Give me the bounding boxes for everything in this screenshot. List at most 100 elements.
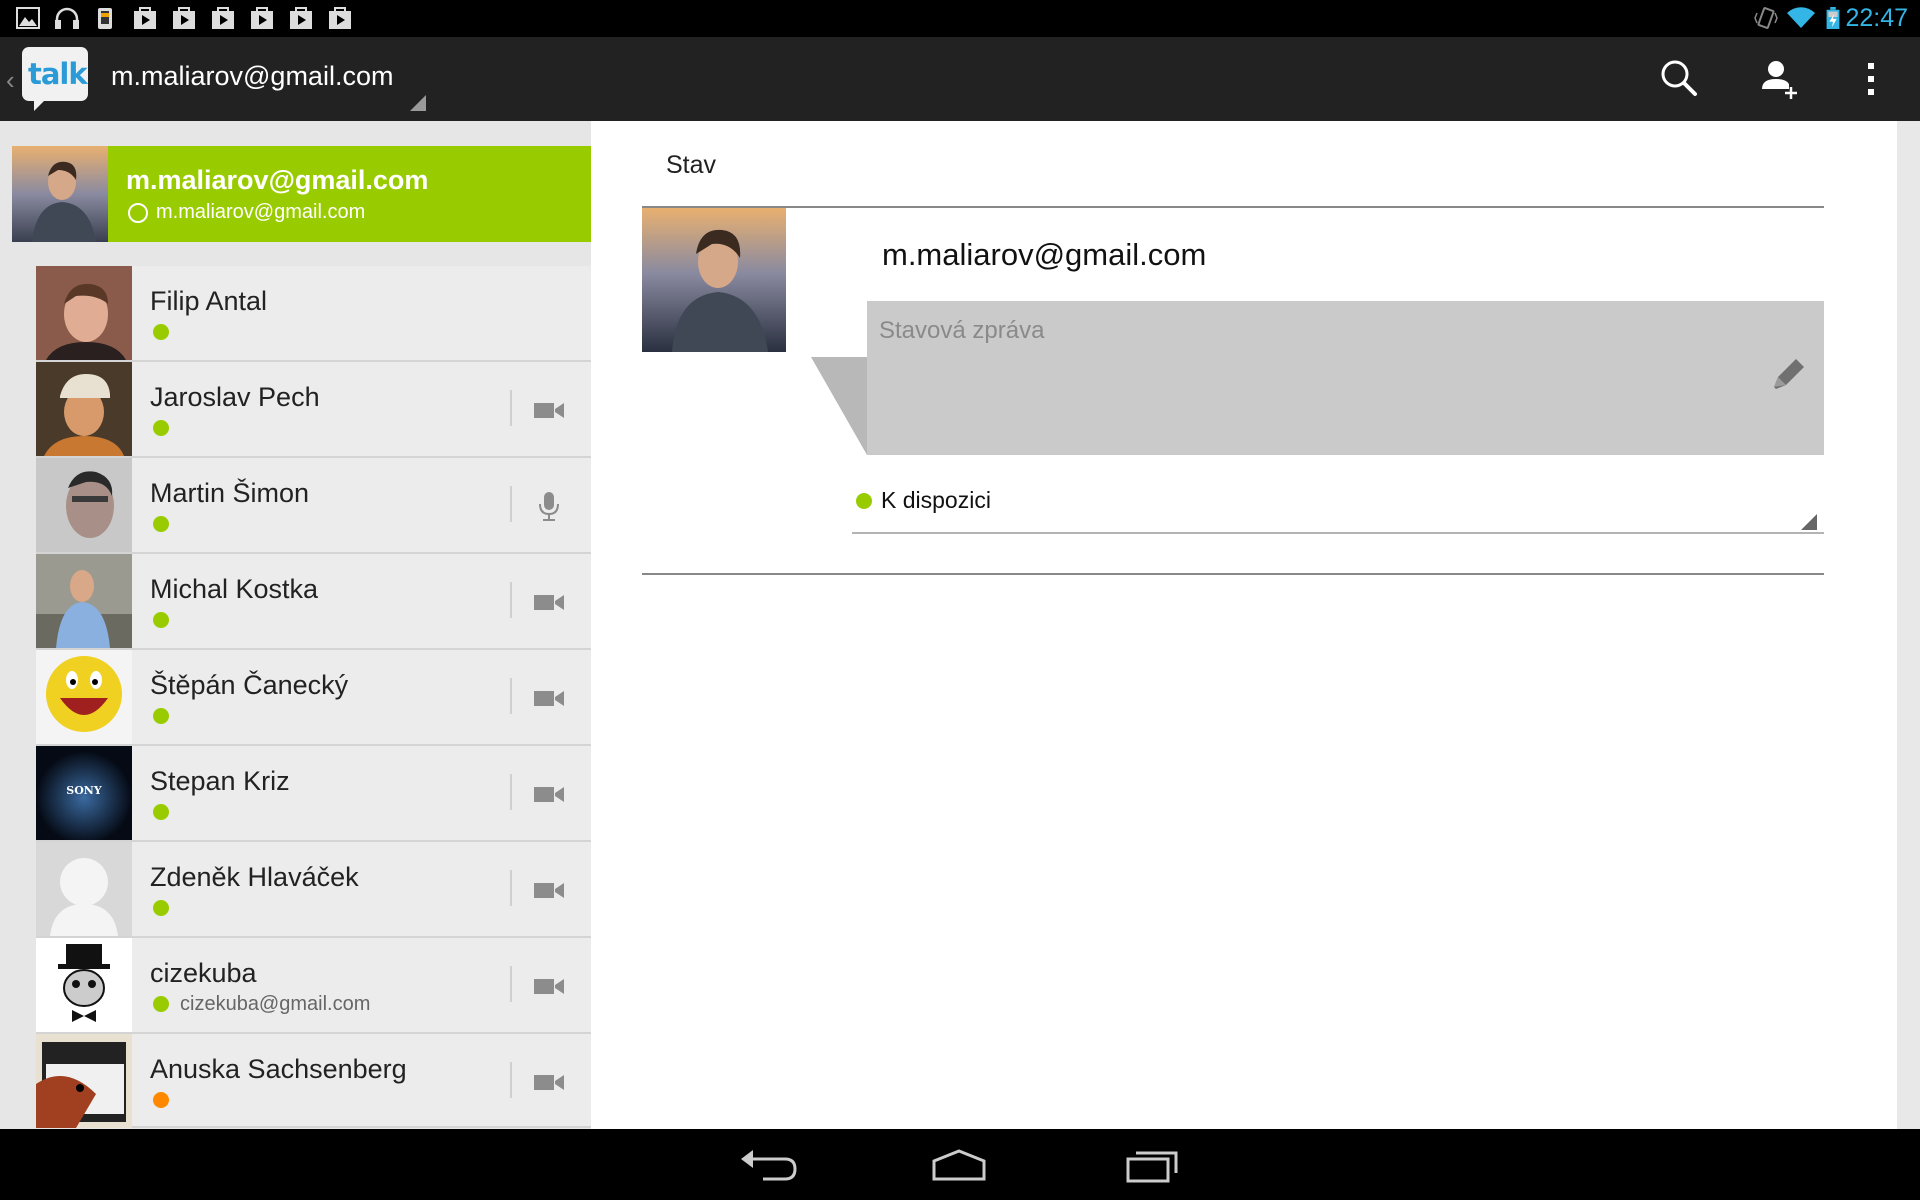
play-store-icon [134, 7, 156, 29]
available-status-icon [153, 612, 169, 628]
contact-row[interactable]: Jaroslav Pech [36, 362, 591, 458]
self-profile-card[interactable]: m.maliarov@gmail.com m.maliarov@gmail.co… [12, 146, 591, 242]
svg-text:SONY: SONY [66, 784, 102, 797]
self-name: m.maliarov@gmail.com [126, 165, 429, 195]
headphones-icon [55, 7, 79, 29]
contact-avatar [36, 458, 132, 552]
play-store-icon [212, 7, 234, 29]
contact-avatar [36, 554, 132, 648]
video-icon[interactable] [532, 682, 566, 714]
divider [510, 870, 512, 906]
contact-avatar [36, 938, 132, 1032]
talk-logo[interactable]: talk [22, 47, 88, 101]
available-status-icon [153, 900, 169, 916]
play-store-icon [251, 7, 273, 29]
status-bar: 22:47 [0, 0, 1920, 37]
clock: 22:47 [1845, 4, 1908, 32]
self-avatar [12, 146, 108, 242]
contact-name: Anuska Sachsenberg [150, 1054, 407, 1084]
sony-avatar: SONY [36, 746, 132, 840]
contact-list: Filip Antal Jaroslav Pech Martin Šimon M… [36, 266, 591, 1128]
wifi-icon [1787, 7, 1815, 28]
contact-name: Stepan Kriz [150, 766, 290, 796]
contact-row[interactable]: Štěpán Čanecký [36, 650, 591, 746]
available-status-icon [153, 324, 169, 340]
divider [510, 1062, 512, 1098]
contact-row[interactable]: SONY Stepan Kriz [36, 746, 591, 842]
talk-logo-tail [34, 97, 48, 111]
recent-apps-icon[interactable] [1118, 1139, 1188, 1189]
available-status-icon [856, 493, 872, 509]
contact-name: Michal Kostka [150, 574, 319, 604]
up-caret-icon[interactable]: ‹ [6, 65, 15, 96]
overflow-menu-icon[interactable] [1843, 53, 1899, 105]
video-icon[interactable] [532, 394, 566, 426]
contact-avatar [36, 362, 132, 456]
contact-row[interactable]: Martin Šimon [36, 458, 591, 554]
available-status-icon [153, 996, 169, 1012]
availability-selector[interactable]: K dispozici [881, 487, 991, 514]
invisible-status-icon [128, 203, 148, 223]
contact-avatar [36, 650, 132, 744]
divider [510, 678, 512, 714]
action-bar: ‹ talk m.maliarov@gmail.com [0, 37, 1920, 121]
video-icon[interactable] [532, 874, 566, 906]
contact-avatar [36, 1034, 132, 1128]
contact-list-pane: m.maliarov@gmail.com m.maliarov@gmail.co… [0, 121, 591, 1129]
availability-dropdown-caret[interactable] [1801, 514, 1817, 530]
play-store-icon [290, 7, 312, 29]
pencil-icon[interactable] [1766, 353, 1810, 397]
play-store-icon [329, 7, 351, 29]
content-area: m.maliarov@gmail.com m.maliarov@gmail.co… [0, 121, 1920, 1129]
vibrate-icon [1754, 7, 1778, 29]
self-status-text: m.maliarov@gmail.com [156, 201, 366, 223]
divider [510, 774, 512, 810]
pane-edge [1897, 121, 1920, 1129]
back-icon[interactable] [733, 1139, 803, 1189]
contact-name: Jaroslav Pech [150, 382, 320, 412]
contact-avatar [36, 266, 132, 360]
account-dropdown-caret[interactable] [410, 95, 426, 111]
add-contact-icon[interactable] [1751, 53, 1807, 105]
battery-charging-icon [1826, 7, 1840, 29]
contact-row[interactable]: Michal Kostka [36, 554, 591, 650]
availability-underline [852, 532, 1824, 534]
microphone-icon[interactable] [532, 490, 566, 522]
section-title: Stav [666, 151, 717, 179]
divider [510, 486, 512, 522]
video-icon[interactable] [532, 778, 566, 810]
video-icon[interactable] [532, 1066, 566, 1098]
status-message-field[interactable]: Stavová zpráva [867, 301, 1824, 455]
contact-row[interactable]: Zdeněk Hlaváček [36, 842, 591, 938]
divider [642, 573, 1824, 575]
phone-download-icon [98, 8, 112, 29]
play-store-icon [173, 7, 195, 29]
contact-name: Martin Šimon [150, 478, 310, 508]
video-icon[interactable] [532, 970, 566, 1002]
available-status-icon [153, 804, 169, 820]
video-icon[interactable] [532, 586, 566, 618]
contact-row[interactable]: Anuska Sachsenberg [36, 1034, 591, 1128]
contact-row[interactable]: cizekuba cizekuba@gmail.com [36, 938, 591, 1034]
account-selector[interactable]: m.maliarov@gmail.com [111, 61, 393, 92]
contact-status-text: cizekuba@gmail.com [180, 993, 371, 1015]
search-icon[interactable] [1651, 53, 1707, 105]
available-status-icon [153, 708, 169, 724]
available-status-icon [153, 420, 169, 436]
contact-name: cizekuba [150, 958, 257, 988]
contact-row[interactable]: Filip Antal [36, 266, 591, 362]
status-detail-pane: Stav m.maliarov@gmail.com Stavová zpráva… [591, 121, 1897, 1129]
divider [510, 966, 512, 1002]
available-status-icon [153, 516, 169, 532]
talk-logo-text: talk [28, 57, 88, 91]
divider [642, 206, 1824, 208]
contact-name: Zdeněk Hlaváček [150, 862, 359, 892]
divider [510, 582, 512, 618]
contact-name: Filip Antal [150, 286, 268, 316]
away-status-icon [153, 1092, 169, 1108]
home-icon[interactable] [924, 1139, 994, 1189]
navigation-bar [0, 1129, 1920, 1200]
divider [510, 390, 512, 426]
contact-name: Štěpán Čanecký [150, 670, 349, 700]
profile-avatar[interactable] [642, 208, 786, 352]
